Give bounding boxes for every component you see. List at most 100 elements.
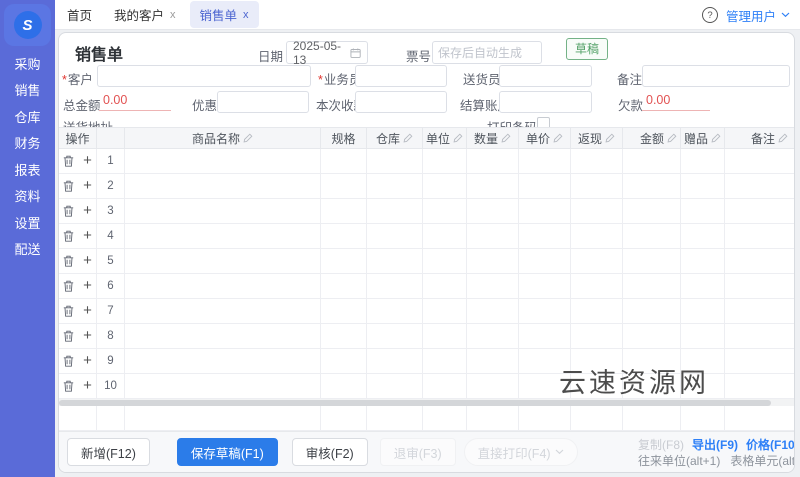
grid-cell[interactable] [125, 299, 321, 323]
grid-cell[interactable] [519, 349, 571, 373]
grid-cell[interactable] [571, 249, 623, 273]
grid-cell[interactable] [571, 299, 623, 323]
column-header[interactable]: 数量 [467, 128, 519, 148]
grid-cell[interactable] [725, 274, 794, 298]
add-row-button[interactable]: + [83, 205, 92, 217]
grid-cell[interactable] [571, 174, 623, 198]
grid-cell[interactable] [623, 349, 681, 373]
row-actions-cell[interactable]: + [59, 249, 97, 273]
tab-close-icon[interactable]: x [243, 9, 249, 21]
sidebar-item[interactable]: 资料 [0, 183, 55, 210]
grid-cell[interactable] [623, 149, 681, 173]
remark-input[interactable] [642, 65, 790, 87]
add-row-button[interactable]: + [83, 230, 92, 242]
grid-cell[interactable] [571, 349, 623, 373]
trash-icon[interactable] [63, 255, 74, 267]
add-row-button[interactable]: + [83, 305, 92, 317]
column-header[interactable] [97, 128, 125, 148]
shortcut-link[interactable]: 导出(F9) [692, 438, 738, 452]
grid-cell[interactable] [467, 349, 519, 373]
grid-cell[interactable] [467, 274, 519, 298]
grid-cell[interactable] [725, 349, 794, 373]
trash-icon[interactable] [63, 205, 74, 217]
trash-icon[interactable] [63, 280, 74, 292]
column-header[interactable]: 商品名称 [125, 128, 321, 148]
column-header[interactable]: 规格 [321, 128, 367, 148]
received-input[interactable] [355, 91, 447, 113]
trash-icon[interactable] [63, 330, 74, 342]
footer-button[interactable]: 保存草稿(F1) [177, 438, 278, 466]
tab[interactable]: 我的客户x [114, 5, 176, 24]
grid-cell[interactable] [423, 249, 467, 273]
footer-button[interactable]: 新增(F12) [67, 438, 150, 466]
grid-cell[interactable] [367, 299, 423, 323]
column-header[interactable]: 赠品 [681, 128, 725, 148]
grid-cell[interactable] [467, 374, 519, 398]
delete-row-button[interactable] [63, 155, 74, 167]
grid-cell[interactable] [321, 199, 367, 223]
user-menu[interactable]: ? 管理用户 [702, 0, 790, 30]
grid-cell[interactable] [623, 174, 681, 198]
shortcut-link[interactable]: 往来单位(alt+1) [638, 454, 720, 468]
column-header[interactable]: 备注 [725, 128, 794, 148]
grid-cell[interactable] [367, 149, 423, 173]
add-row-button[interactable]: + [83, 355, 92, 367]
grid-cell[interactable] [725, 249, 794, 273]
shortcut-link[interactable]: 表格单元(alt+2) [730, 454, 795, 468]
grid-cell[interactable] [725, 199, 794, 223]
row-actions-cell[interactable]: + [59, 324, 97, 348]
tab[interactable]: 销售单x [190, 1, 259, 28]
grid-cell[interactable] [519, 249, 571, 273]
shortcut-link[interactable]: 价格(F10) [746, 438, 795, 452]
trash-icon[interactable] [63, 380, 74, 392]
grid-cell[interactable] [423, 274, 467, 298]
delete-row-button[interactable] [63, 305, 74, 317]
row-actions-cell[interactable]: + [59, 149, 97, 173]
add-row-button[interactable]: + [83, 180, 92, 192]
grid-cell[interactable] [321, 174, 367, 198]
grid-cell[interactable] [125, 174, 321, 198]
trash-icon[interactable] [63, 355, 74, 367]
grid-cell[interactable] [725, 224, 794, 248]
grid-cell[interactable] [125, 324, 321, 348]
grid-cell[interactable] [321, 249, 367, 273]
grid-cell[interactable] [519, 149, 571, 173]
grid-cell[interactable] [367, 224, 423, 248]
grid-cell[interactable] [321, 149, 367, 173]
footer-button[interactable]: 审核(F2) [292, 438, 368, 466]
grid-cell[interactable] [467, 224, 519, 248]
grid-cell[interactable] [423, 349, 467, 373]
grid-cell[interactable] [367, 274, 423, 298]
tab[interactable]: 首页 [67, 5, 92, 24]
grid-cell[interactable] [519, 324, 571, 348]
row-actions-cell[interactable]: + [59, 274, 97, 298]
grid-cell[interactable] [623, 374, 681, 398]
grid-cell[interactable] [681, 249, 725, 273]
grid-cell[interactable] [681, 149, 725, 173]
grid-cell[interactable] [125, 224, 321, 248]
grid-cell[interactable] [467, 324, 519, 348]
grid-cell[interactable] [423, 299, 467, 323]
grid-cell[interactable] [519, 299, 571, 323]
grid-cell[interactable] [519, 274, 571, 298]
grid-cell[interactable] [321, 299, 367, 323]
grid-cell[interactable] [571, 149, 623, 173]
delivery-input[interactable] [499, 65, 592, 87]
grid-cell[interactable] [623, 274, 681, 298]
column-header[interactable]: 仓库 [367, 128, 423, 148]
trash-icon[interactable] [63, 155, 74, 167]
delete-row-button[interactable] [63, 205, 74, 217]
row-actions-cell[interactable]: + [59, 174, 97, 198]
grid-cell[interactable] [571, 274, 623, 298]
grid-cell[interactable] [519, 199, 571, 223]
account-input[interactable] [499, 91, 592, 113]
grid-cell[interactable] [725, 174, 794, 198]
grid-cell[interactable] [681, 299, 725, 323]
add-row-button[interactable]: + [83, 380, 92, 392]
sidebar-item[interactable]: 财务 [0, 130, 55, 157]
delete-row-button[interactable] [63, 230, 74, 242]
grid-cell[interactable] [681, 199, 725, 223]
delete-row-button[interactable] [63, 280, 74, 292]
row-actions-cell[interactable]: + [59, 349, 97, 373]
delete-row-button[interactable] [63, 180, 74, 192]
